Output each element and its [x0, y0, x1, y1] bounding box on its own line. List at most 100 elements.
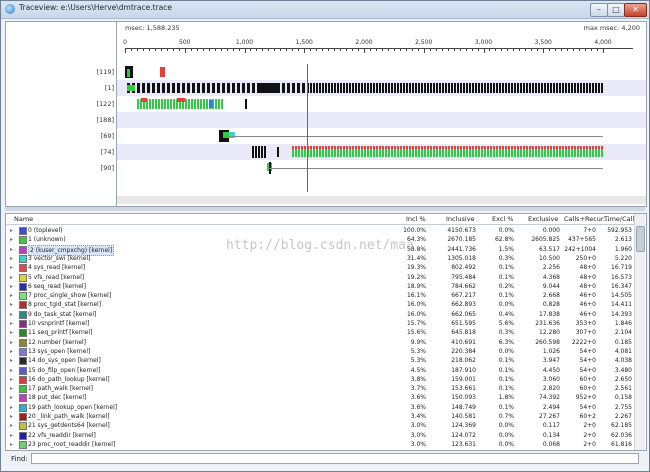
- trace-segment[interactable]: [364, 146, 366, 149]
- trace-segment[interactable]: [547, 83, 549, 93]
- trace-segment[interactable]: [218, 99, 220, 109]
- trace-segment[interactable]: [484, 146, 486, 149]
- trace-segment[interactable]: [538, 83, 540, 93]
- trace-segment[interactable]: [571, 146, 573, 149]
- expand-arrow-icon[interactable]: ▸: [10, 245, 13, 254]
- trace-segment[interactable]: [361, 146, 363, 149]
- trace-segment[interactable]: [412, 146, 414, 149]
- trace-segment[interactable]: [394, 83, 396, 93]
- trace-segment[interactable]: [469, 83, 471, 93]
- trace-segment[interactable]: [185, 99, 187, 109]
- trace-segment[interactable]: [258, 146, 260, 158]
- trace-segment[interactable]: [478, 83, 480, 93]
- trace-segment[interactable]: [406, 83, 408, 93]
- trace-segment[interactable]: [202, 83, 205, 93]
- table-row[interactable]: ▸ 7 proc_single_show [kernel] 16.1% 667.217…: [6, 291, 636, 301]
- trace-segment[interactable]: [406, 146, 408, 149]
- trace-segment[interactable]: [403, 83, 405, 93]
- trace-segment[interactable]: [523, 146, 525, 149]
- expand-arrow-icon[interactable]: ▸: [10, 384, 13, 393]
- expand-arrow-icon[interactable]: ▸: [10, 226, 13, 235]
- trace-segment[interactable]: [292, 83, 295, 93]
- trace-segment[interactable]: [601, 83, 603, 93]
- table-row[interactable]: ▸ 15 do_filp_open [kernel] 4.5% 187.910 0.1%…: [6, 366, 636, 375]
- trace-segment[interactable]: [337, 83, 339, 93]
- trace-segment[interactable]: [182, 83, 185, 93]
- trace-segment[interactable]: [505, 146, 507, 149]
- trace-segment[interactable]: [592, 146, 594, 149]
- trace-segment[interactable]: [541, 146, 543, 149]
- timeline-area[interactable]: msec: 1,588.235 max msec: 4,200 0 500 1,00…: [117, 22, 646, 206]
- trace-segment[interactable]: [523, 83, 525, 93]
- trace-segment[interactable]: [475, 146, 477, 149]
- trace-segment[interactable]: [358, 83, 360, 93]
- trace-segment[interactable]: [397, 83, 399, 93]
- trace-segment[interactable]: [514, 146, 516, 149]
- trace-segment[interactable]: [541, 83, 543, 93]
- table-row[interactable]: ▸ 4 sys_read [kernel] 19.3% 802.492 0.1% 2.25…: [6, 263, 636, 273]
- trace-segment[interactable]: [376, 146, 378, 149]
- expand-arrow-icon[interactable]: ▸: [10, 291, 13, 300]
- col-name-header[interactable]: Name: [14, 215, 33, 223]
- trace-segment[interactable]: [247, 83, 250, 93]
- trace-segment[interactable]: [460, 83, 462, 93]
- trace-segment[interactable]: [147, 83, 150, 93]
- expand-arrow-icon[interactable]: ▸: [10, 254, 13, 263]
- trace-segment[interactable]: [463, 146, 465, 149]
- trace-segment[interactable]: [436, 83, 438, 93]
- trace-segment[interactable]: [448, 146, 450, 149]
- trace-segment[interactable]: [237, 83, 240, 93]
- trace-segment[interactable]: [415, 146, 417, 149]
- trace-segment[interactable]: [161, 99, 163, 109]
- trace-segment[interactable]: [400, 83, 402, 93]
- trace-segment[interactable]: [457, 83, 459, 93]
- trace-segment[interactable]: [155, 99, 157, 109]
- trace-segment[interactable]: [261, 146, 263, 158]
- trace-segment[interactable]: [562, 83, 564, 93]
- trace-segment[interactable]: [436, 146, 438, 149]
- thread-track[interactable]: [117, 64, 646, 80]
- thread-track[interactable]: [117, 112, 646, 128]
- col-inclusive-header[interactable]: Inclusive: [446, 215, 475, 223]
- trace-segment[interactable]: [544, 146, 546, 149]
- trace-segment[interactable]: [391, 83, 393, 93]
- expand-arrow-icon[interactable]: ▸: [10, 273, 13, 282]
- trace-segment[interactable]: [538, 146, 540, 149]
- trace-segment[interactable]: [592, 83, 594, 93]
- trace-segment[interactable]: [583, 83, 585, 93]
- trace-segment[interactable]: [367, 83, 369, 93]
- trace-segment[interactable]: [565, 146, 567, 149]
- expand-arrow-icon[interactable]: ▸: [10, 328, 13, 337]
- pane-splitter[interactable]: [5, 207, 645, 211]
- trace-segment[interactable]: [206, 99, 208, 109]
- trace-segment[interactable]: [203, 99, 205, 109]
- trace-segment[interactable]: [442, 83, 444, 93]
- trace-segment[interactable]: [302, 83, 305, 93]
- table-row[interactable]: ▸ 17 path_walk [kernel] 3.7% 153.661 0.1% 2.8…: [6, 384, 636, 394]
- trace-segment[interactable]: [141, 98, 147, 102]
- trace-segment[interactable]: [445, 83, 447, 93]
- trace-segment[interactable]: [310, 146, 312, 149]
- trace-segment[interactable]: [589, 83, 591, 93]
- trace-segment[interactable]: [544, 83, 546, 93]
- trace-segment[interactable]: [562, 146, 564, 149]
- trace-segment[interactable]: [454, 83, 456, 93]
- trace-segment[interactable]: [316, 146, 318, 149]
- trace-segment[interactable]: [232, 83, 235, 93]
- trace-segment[interactable]: [481, 83, 483, 93]
- time-cursor-line[interactable]: [307, 64, 308, 192]
- trace-segment[interactable]: [568, 146, 570, 149]
- trace-segment[interactable]: [245, 99, 247, 109]
- trace-segment[interactable]: [322, 146, 324, 149]
- trace-segment[interactable]: [511, 146, 513, 149]
- trace-segment[interactable]: [463, 83, 465, 93]
- trace-segment[interactable]: [550, 146, 552, 149]
- trace-segment[interactable]: [526, 146, 528, 149]
- trace-segment[interactable]: [297, 83, 300, 93]
- trace-segment[interactable]: [382, 83, 384, 93]
- expand-arrow-icon[interactable]: ▸: [10, 403, 13, 412]
- trace-segment[interactable]: [598, 146, 600, 149]
- expand-arrow-icon[interactable]: ▸: [10, 421, 13, 430]
- trace-segment[interactable]: [361, 83, 363, 93]
- trace-segment[interactable]: [448, 83, 450, 93]
